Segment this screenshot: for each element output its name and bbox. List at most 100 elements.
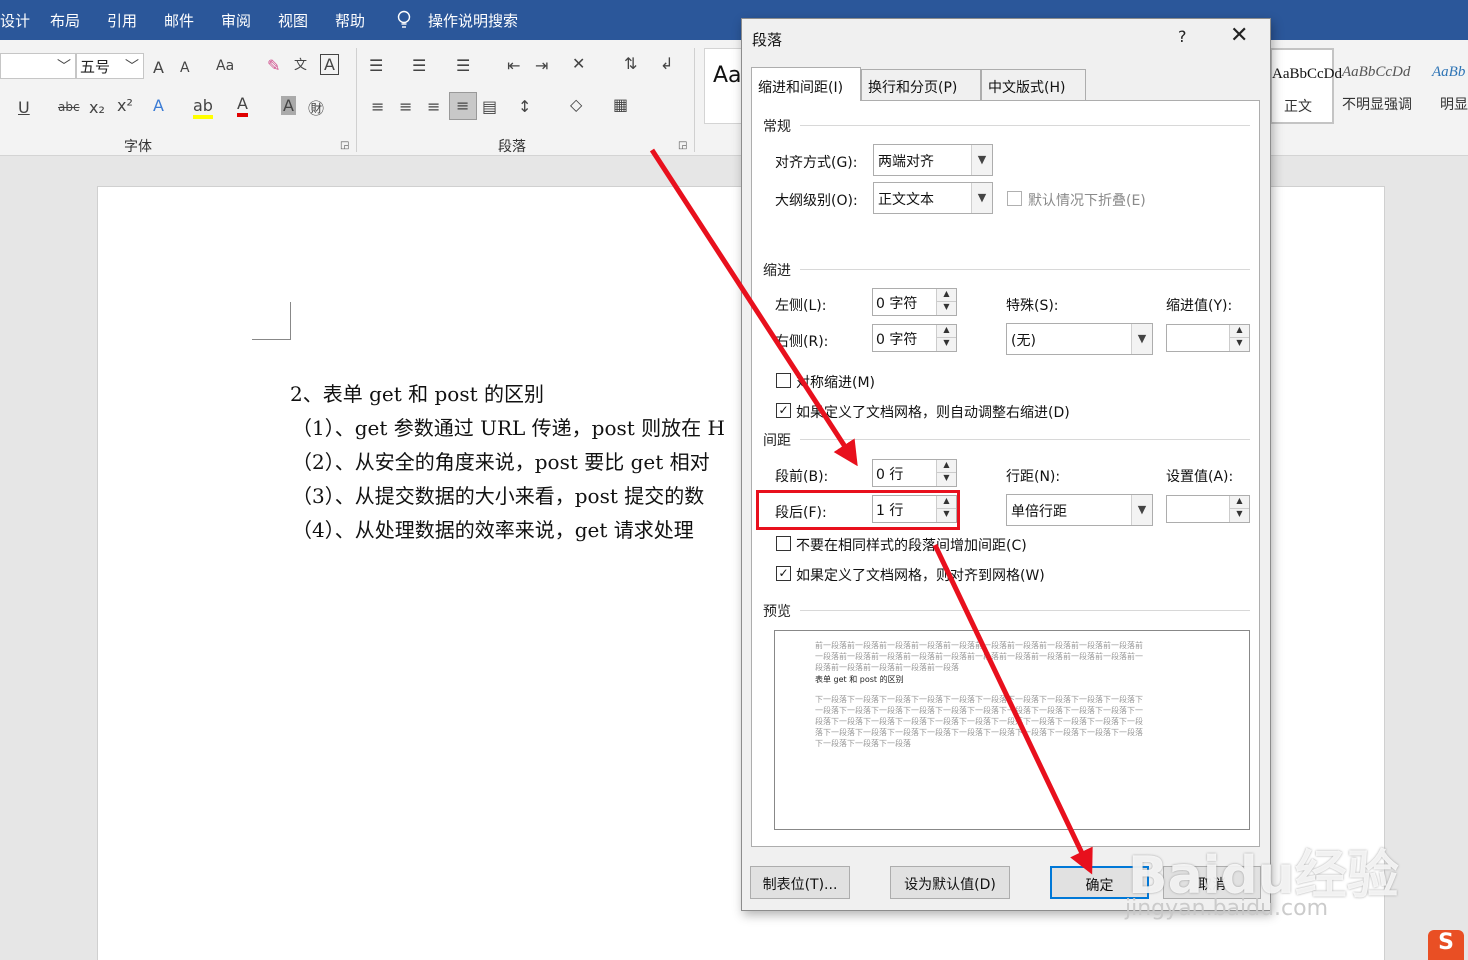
- distributed-icon[interactable]: ▤: [482, 97, 497, 116]
- indent-left-spinner[interactable]: 0 字符 ▲ ▼: [872, 288, 957, 316]
- chevron-down-icon[interactable]: ▼: [1131, 495, 1152, 525]
- alignment-select[interactable]: 两端对齐 ▼: [873, 144, 993, 176]
- spacing-at-spinner[interactable]: ▲ ▼: [1166, 495, 1250, 523]
- tab-asian-typography[interactable]: 中文版式(H): [981, 69, 1086, 101]
- sort-icon[interactable]: ⇅: [624, 54, 637, 73]
- space-before-spinner[interactable]: 0 行 ▲ ▼: [872, 459, 957, 487]
- multilevel-list-icon[interactable]: ☰: [456, 56, 470, 75]
- chevron-down-icon[interactable]: ▼: [971, 145, 992, 175]
- section-indent: 缩进: [763, 263, 791, 279]
- indent-right-spinner[interactable]: 0 字符 ▲ ▼: [872, 324, 957, 352]
- borders-icon[interactable]: ▦: [613, 95, 628, 114]
- increase-indent-icon[interactable]: ⇥: [535, 56, 548, 75]
- special-indent-select[interactable]: (无) ▼: [1006, 323, 1153, 355]
- spin-up-icon[interactable]: ▲: [936, 289, 956, 302]
- close-icon[interactable]: ✕: [1230, 23, 1248, 48]
- text-effects-icon[interactable]: A: [153, 96, 164, 115]
- align-left-icon[interactable]: ≡: [371, 97, 384, 116]
- spin-up-icon[interactable]: ▲: [1229, 496, 1249, 509]
- spin-down-icon[interactable]: ▼: [936, 473, 956, 486]
- menu-mailings[interactable]: 邮件: [164, 10, 194, 31]
- style-sample: Aa: [713, 63, 742, 88]
- numbering-icon[interactable]: ☰: [412, 56, 426, 75]
- spin-down-icon[interactable]: ▼: [936, 338, 956, 351]
- sogou-ime-icon[interactable]: S: [1428, 930, 1464, 960]
- collapse-checkbox[interactable]: [1007, 191, 1022, 206]
- document-paragraph[interactable]: （2）、从安全的角度来说，post 要比 get 相对: [292, 446, 710, 475]
- character-border-icon[interactable]: A: [320, 54, 339, 75]
- tab-indents-spacing[interactable]: 缩进和间距(I): [751, 67, 861, 101]
- snap-to-grid-checkbox[interactable]: ✓: [776, 566, 791, 581]
- tabs-button[interactable]: 制表位(T)...: [750, 866, 850, 899]
- spin-down-icon[interactable]: ▼: [1229, 509, 1249, 522]
- paragraph-dialog-launcher-icon[interactable]: ◲: [678, 140, 687, 151]
- highlight-color-icon[interactable]: ab: [193, 96, 213, 119]
- chinese-layout-icon[interactable]: ✕: [572, 54, 585, 73]
- preview-next-line: 落下一段落下一段落下一段落下一段落下一段落下一段落下一段落下一段落下一段落下一段…: [815, 728, 1143, 737]
- menu-design[interactable]: 设计: [0, 10, 30, 31]
- font-group-label: 字体: [124, 139, 152, 155]
- superscript-icon[interactable]: x²: [117, 96, 133, 115]
- line-spacing-value: 单倍行距: [1011, 504, 1067, 520]
- decrease-indent-icon[interactable]: ⇤: [507, 56, 520, 75]
- style-subtle-emphasis[interactable]: AaBbCcDd 不明显强调: [1336, 48, 1426, 124]
- tab-line-page-breaks[interactable]: 换行和分页(P): [861, 69, 981, 101]
- spin-up-icon[interactable]: ▲: [1229, 325, 1249, 338]
- preview-next-line: 一段落下一段落下一段落下一段落下一段落下一段落下一段落下一段落下一段落下一段落下…: [815, 706, 1143, 715]
- outline-level-select[interactable]: 正文文本 ▼: [873, 182, 993, 214]
- clear-formatting-icon[interactable]: ✎: [267, 56, 280, 75]
- spin-up-icon[interactable]: ▲: [936, 325, 956, 338]
- font-color-icon[interactable]: A: [237, 94, 248, 117]
- auto-adjust-indent-checkbox[interactable]: ✓: [776, 403, 791, 418]
- menu-review[interactable]: 审阅: [221, 10, 251, 31]
- preview-next-line: 段落下一段落下一段落下一段落下一段落下一段落下一段落下一段落下一段落下一段落下一…: [815, 717, 1143, 726]
- align-center-icon[interactable]: ≡: [399, 97, 412, 116]
- show-marks-icon[interactable]: ↲: [660, 54, 673, 73]
- document-paragraph[interactable]: （3）、从提交数据的大小来看，post 提交的数: [292, 480, 704, 509]
- subscript-icon[interactable]: x₂: [89, 98, 105, 117]
- spin-down-icon[interactable]: ▼: [1229, 338, 1249, 351]
- set-default-button[interactable]: 设为默认值(D): [890, 866, 1010, 899]
- line-spacing-icon[interactable]: ↕: [518, 97, 531, 116]
- change-case-icon[interactable]: Aa: [216, 58, 234, 74]
- document-paragraph[interactable]: （1）、get 参数通过 URL 传递，post 则放在 H: [292, 412, 725, 441]
- menu-layout[interactable]: 布局: [50, 10, 80, 31]
- preview-current-line: 表单 get 和 post 的区别: [815, 675, 904, 684]
- indent-by-spinner[interactable]: ▲ ▼: [1166, 324, 1250, 352]
- underline-icon[interactable]: U: [18, 98, 30, 117]
- style-heading[interactable]: Aa: [704, 48, 744, 124]
- tell-me-search[interactable]: 操作说明搜索: [428, 10, 518, 31]
- chevron-down-icon[interactable]: ▼: [1131, 324, 1152, 354]
- line-spacing-select[interactable]: 单倍行距 ▼: [1006, 494, 1153, 526]
- document-heading[interactable]: 2、表单 get 和 post 的区别: [290, 378, 544, 407]
- help-icon[interactable]: ?: [1178, 27, 1187, 46]
- justify-icon[interactable]: ≡: [449, 92, 477, 120]
- strikethrough-icon[interactable]: abc: [58, 100, 80, 114]
- shading-icon[interactable]: ◇: [570, 95, 582, 114]
- document-paragraph[interactable]: （4）、从处理数据的效率来说，get 请求处理: [292, 514, 694, 543]
- spin-up-icon[interactable]: ▲: [936, 460, 956, 473]
- font-size-combo[interactable]: 五号 ﹀: [76, 53, 144, 79]
- bullets-icon[interactable]: ☰: [369, 56, 383, 75]
- chevron-down-icon[interactable]: ﹀: [125, 56, 139, 76]
- menu-view[interactable]: 视图: [278, 10, 308, 31]
- align-right-icon[interactable]: ≡: [427, 97, 440, 116]
- menu-references[interactable]: 引用: [107, 10, 137, 31]
- character-shading-icon[interactable]: A: [281, 96, 296, 115]
- phonetic-guide-icon[interactable]: 文: [294, 54, 307, 73]
- enclose-characters-icon[interactable]: ㊖: [308, 95, 324, 119]
- menu-help[interactable]: 帮助: [335, 10, 365, 31]
- section-divider: [800, 269, 1250, 270]
- style-intense-emphasis[interactable]: AaBb 明显: [1428, 48, 1468, 124]
- font-dialog-launcher-icon[interactable]: ◲: [340, 140, 349, 151]
- chevron-down-icon[interactable]: ﹀: [57, 56, 71, 76]
- font-name-combo[interactable]: ﹀: [0, 53, 76, 79]
- chevron-down-icon[interactable]: ▼: [971, 183, 992, 213]
- preview-previous-line: 前一段落前一段落前一段落前一段落前一段落前一段落前一段落前一段落前一段落前一段落…: [815, 641, 1143, 650]
- shrink-font-icon[interactable]: A: [180, 60, 190, 76]
- spin-down-icon[interactable]: ▼: [936, 302, 956, 315]
- style-normal[interactable]: AaBbCcDd 正文: [1270, 48, 1342, 124]
- no-space-same-style-checkbox[interactable]: [776, 536, 791, 551]
- grow-font-icon[interactable]: A: [153, 58, 164, 77]
- mirror-indents-checkbox[interactable]: [776, 373, 791, 388]
